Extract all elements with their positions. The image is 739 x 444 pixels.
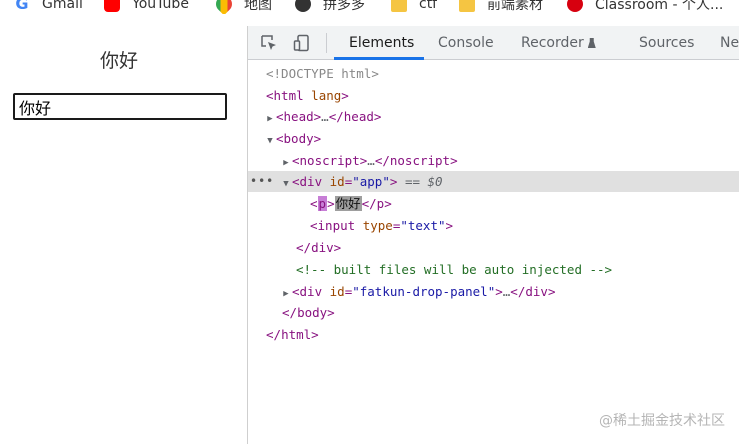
more-options-icon[interactable]: ••• — [250, 171, 274, 192]
tab-console[interactable]: Console — [438, 26, 494, 60]
dom-node-input[interactable]: <input type="text"> — [248, 215, 739, 236]
tag-name: head — [283, 109, 314, 124]
selected-node-marker: == $0 — [404, 174, 443, 189]
dom-node-body[interactable]: ▼ <body> — [248, 128, 739, 149]
tag-name: html — [273, 88, 304, 103]
bookmark-gmail[interactable]: G Gmail — [14, 0, 83, 14]
tag-name: body — [283, 131, 314, 146]
tab-sources[interactable]: Sources — [639, 26, 694, 60]
inspect-element-icon[interactable] — [260, 34, 278, 52]
flask-icon — [587, 38, 596, 48]
dom-node-doctype[interactable]: <!DOCTYPE html> — [248, 63, 739, 84]
dom-node-p[interactable]: <p>你好</p> — [248, 193, 739, 214]
dom-node-head[interactable]: ▶ <head>…</head> — [248, 106, 739, 127]
expand-triangle-icon[interactable]: ▶ — [264, 109, 276, 130]
devtools-toolbar: Elements Console Recorder Sources Ne — [248, 26, 739, 60]
bookmark-youtube[interactable]: YouTube — [104, 0, 189, 14]
bookmark-frontend-assets[interactable]: 前端素材 — [459, 0, 543, 14]
pinduoduo-icon — [295, 0, 311, 12]
tag-name: noscript — [389, 153, 451, 168]
collapse-triangle-icon[interactable]: ▼ — [280, 174, 292, 195]
doctype-text: <!DOCTYPE html> — [266, 66, 379, 81]
bookmark-label: 拼多多 — [323, 0, 365, 13]
comment-text: <!-- built files will be auto injected -… — [296, 262, 613, 277]
bookmark-label: 前端素材 — [487, 0, 543, 13]
tab-network[interactable]: Ne — [720, 26, 739, 60]
device-toolbar-icon[interactable] — [293, 34, 311, 52]
youtube-icon — [104, 0, 120, 12]
bookmark-label: Gmail — [42, 0, 83, 12]
tag-name: head — [343, 109, 374, 124]
attr-name: id — [329, 284, 345, 299]
attr-value: "fatkun-drop-panel" — [352, 284, 496, 299]
folder-icon — [391, 0, 407, 12]
attr-name: id — [329, 174, 345, 189]
bookmark-pinduoduo[interactable]: 拼多多 — [295, 0, 365, 14]
tag-name-highlighted: p — [317, 196, 328, 211]
active-tab-indicator — [334, 57, 424, 60]
collapsed-ellipsis: … — [367, 153, 375, 168]
tag-name: div — [299, 174, 323, 189]
devtools-panel: Elements Console Recorder Sources Ne <!D… — [248, 26, 739, 444]
toolbar-separator — [326, 33, 327, 53]
dom-node-div-app[interactable]: ••• ▼ <div id="app"> == $0 — [248, 171, 739, 192]
tag-name: div — [299, 284, 323, 299]
attr-value: "text" — [400, 218, 446, 233]
bookmark-label: YouTube — [132, 0, 189, 12]
tag-name: body — [297, 305, 328, 320]
tag-name: html — [281, 327, 312, 342]
dom-node-body-close[interactable]: </body> — [248, 302, 739, 323]
watermark: @稀土掘金技术社区 — [599, 413, 725, 429]
text-input[interactable] — [13, 93, 227, 120]
tab-recorder[interactable]: Recorder — [521, 26, 596, 60]
attr-name: lang — [311, 88, 342, 103]
bookmarks-bar: G Gmail YouTube 地图 拼多多 ctf 前端素材 Classroo… — [0, 0, 739, 14]
text-node-highlighted: 你好 — [334, 196, 362, 211]
dom-node-div-fatkun[interactable]: ▶ <div id="fatkun-drop-panel">…</div> — [248, 281, 739, 302]
google-icon: G — [15, 0, 29, 13]
dom-node-html-close[interactable]: </html> — [248, 324, 739, 345]
tab-elements[interactable]: Elements — [349, 26, 414, 60]
dom-node-html[interactable]: <html lang> — [248, 85, 739, 106]
attr-name: type — [362, 218, 393, 233]
page-paragraph: 你好 — [99, 50, 138, 72]
tag-name: div — [525, 284, 548, 299]
bookmark-label: ctf — [419, 0, 438, 12]
maps-icon — [212, 0, 236, 14]
bookmark-classroom[interactable]: Classroom - 个人... — [567, 0, 723, 14]
bookmark-label: Classroom - 个人... — [595, 0, 724, 13]
attr-value: "app" — [352, 174, 390, 189]
tag-name: noscript — [299, 153, 360, 168]
huawei-icon — [567, 0, 583, 12]
dom-node-div-close[interactable]: </div> — [248, 237, 739, 258]
bookmark-label: 地图 — [244, 0, 272, 13]
folder-icon — [459, 0, 475, 12]
dom-node-comment[interactable]: <!-- built files will be auto injected -… — [248, 259, 739, 280]
tag-name: div — [311, 240, 334, 255]
tab-label: Recorder — [521, 35, 584, 51]
bookmark-ctf[interactable]: ctf — [391, 0, 437, 14]
bookmark-maps[interactable]: 地图 — [212, 0, 272, 14]
page-viewport: 你好 — [0, 26, 247, 444]
tag-name: input — [317, 218, 356, 233]
collapse-triangle-icon[interactable]: ▼ — [264, 131, 276, 152]
collapsed-ellipsis: … — [321, 109, 329, 124]
dom-node-noscript[interactable]: ▶ <noscript>…</noscript> — [248, 150, 739, 171]
